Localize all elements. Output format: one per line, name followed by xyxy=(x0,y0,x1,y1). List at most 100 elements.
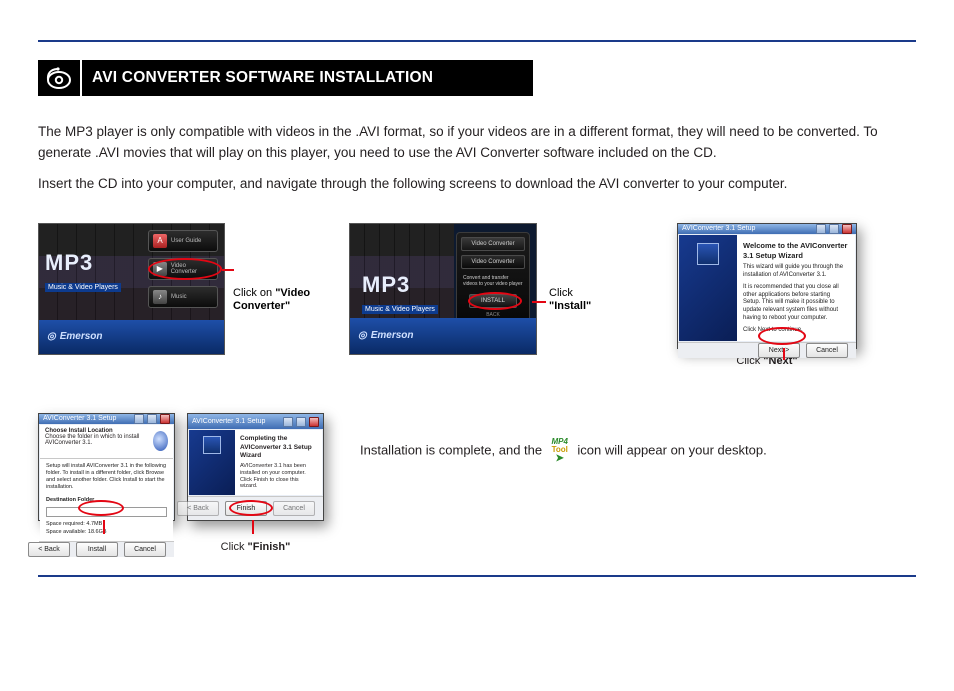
wizard-header-icon xyxy=(153,431,168,451)
close-icon[interactable] xyxy=(160,414,170,424)
wizard-mid-text: Setup will install AVIConverter 3.1 in t… xyxy=(46,463,167,492)
panel-title: Video Converter xyxy=(461,237,525,251)
highlight-ring xyxy=(148,258,222,280)
screenshot-step1: MP3 Music & Video Players A User Guide ▶… xyxy=(38,223,225,355)
window-title: AVIConverter 3.1 Setup xyxy=(43,415,116,422)
screenshot-row-2: AVIConverter 3.1 Setup Choose Install Lo… xyxy=(38,413,916,553)
menu-label: User Guide xyxy=(171,238,201,244)
mp3-logo: MP3 Music & Video Players xyxy=(45,250,121,294)
note-after: icon will appear on your desktop. xyxy=(577,442,766,457)
wizard-text: Completing the AVIConverter 3.1 Setup Wi… xyxy=(235,430,322,495)
window-title: AVIConverter 3.1 Setup xyxy=(192,418,265,425)
install-panel: Video Converter Video Converter Convert … xyxy=(456,232,530,328)
window-titlebar: AVIConverter 3.1 Setup xyxy=(678,224,856,234)
wizard-body2: It is recommended that you close all oth… xyxy=(743,284,849,323)
menu-item-music[interactable]: ♪ Music xyxy=(148,286,218,308)
note-before: Installation is complete, and the xyxy=(360,442,546,457)
caption-step2: Click "Install" xyxy=(549,287,615,313)
screenshot-step3-wrap: AVIConverter 3.1 Setup Welcome to the AV… xyxy=(677,223,857,367)
caption-step5: Click "Finish" xyxy=(221,541,291,553)
minimize-icon[interactable] xyxy=(816,224,826,234)
caption-text: Click xyxy=(549,287,573,299)
mp4tool-icon: MP4 Tool ➤ xyxy=(546,437,574,465)
callout-line xyxy=(532,301,546,303)
maximize-icon[interactable] xyxy=(147,414,157,424)
section-banner: AVI CONVERTER SOFTWARE INSTALLATION xyxy=(38,60,533,96)
highlight-ring xyxy=(229,500,273,516)
arrow-icon: ➤ xyxy=(556,454,564,464)
screenshot-step4: AVIConverter 3.1 Setup Choose Install Lo… xyxy=(38,413,175,521)
intro-paragraph-2: Insert the CD into your computer, and na… xyxy=(38,174,916,195)
wizard-text: Welcome to the AVIConverter 3.1 Setup Wi… xyxy=(737,235,855,341)
caption-text: Click on xyxy=(233,287,275,299)
screenshot-step5-wrap: AVIConverter 3.1 Setup Completing the AV… xyxy=(187,413,324,553)
window-titlebar: AVIConverter 3.1 Setup xyxy=(39,414,174,424)
music-icon: ♪ xyxy=(153,290,167,304)
back-button[interactable]: < Back xyxy=(28,542,70,557)
next-button[interactable]: Next > xyxy=(758,343,800,358)
bottom-divider xyxy=(38,575,916,577)
highlight-ring xyxy=(758,327,806,345)
footer-logo-icon: ◎ xyxy=(47,331,56,342)
wizard-side-panel xyxy=(679,235,737,341)
footer-brand: Emerson xyxy=(371,330,414,341)
menu-item-userguide[interactable]: A User Guide xyxy=(148,230,218,252)
screenshot-step3: AVIConverter 3.1 Setup Welcome to the AV… xyxy=(677,223,857,349)
wizard-hdr-sub: Choose the folder in which to install AV… xyxy=(45,434,153,446)
wizard-heading: Welcome to the AVIConverter 3.1 Setup Wi… xyxy=(743,241,849,261)
wizard-button-row: < Back Install Cancel xyxy=(39,541,174,557)
wizard-side-icon xyxy=(203,436,221,454)
completion-note: Installation is complete, and the MP4 To… xyxy=(360,437,767,465)
wizard-button-row: Next > Cancel xyxy=(678,342,856,358)
minimize-icon[interactable] xyxy=(134,414,144,424)
screenshot-step4-wrap: AVIConverter 3.1 Setup Choose Install Lo… xyxy=(38,413,175,553)
caption-text: Click xyxy=(221,541,248,553)
brand-footer: ◎ Emerson xyxy=(350,318,536,354)
back-button[interactable]: < Back xyxy=(177,501,219,516)
footer-brand: Emerson xyxy=(60,331,103,342)
close-icon[interactable] xyxy=(842,224,852,234)
caption-step1: Click on "Video Converter" xyxy=(233,287,323,313)
mp3-logo: MP3 Music & Video Players xyxy=(362,272,438,316)
window-title: AVIConverter 3.1 Setup xyxy=(682,225,755,232)
intro-paragraph-1: The MP3 player is only compatible with v… xyxy=(38,122,916,164)
space-available: Space available: 18.6GB xyxy=(46,529,167,536)
maximize-icon[interactable] xyxy=(829,224,839,234)
wizard-body: AVIConverter 3.1 has been installed on y… xyxy=(240,463,317,491)
cancel-button[interactable]: Cancel xyxy=(124,542,166,557)
wizard-side-icon xyxy=(697,243,719,265)
wizard-header: Choose Install Location Choose the folde… xyxy=(40,425,173,459)
panel-subtitle: Video Converter xyxy=(461,255,525,269)
minimize-icon[interactable] xyxy=(283,417,293,427)
caption-strong: "Finish" xyxy=(248,541,291,553)
caption-strong: "Install" xyxy=(549,300,591,312)
top-divider xyxy=(38,40,916,42)
panel-description: Convert and transfer videos to your vide… xyxy=(461,273,525,290)
video-converter-icon xyxy=(38,60,82,96)
cancel-button[interactable]: Cancel xyxy=(806,343,848,358)
screenshot-step5: AVIConverter 3.1 Setup Completing the AV… xyxy=(187,413,324,521)
section-title: AVI CONVERTER SOFTWARE INSTALLATION xyxy=(82,60,533,96)
window-titlebar: AVIConverter 3.1 Setup xyxy=(188,414,323,430)
intro-text: The MP3 player is only compatible with v… xyxy=(38,122,916,195)
install-button[interactable]: Install xyxy=(76,542,118,557)
wizard-body1: This wizard will guide you through the i… xyxy=(743,264,849,280)
wizard-side-panel xyxy=(189,430,235,495)
callout-line xyxy=(103,520,105,534)
maximize-icon[interactable] xyxy=(296,417,306,427)
highlight-ring xyxy=(78,500,124,516)
wizard-heading: Completing the AVIConverter 3.1 Setup Wi… xyxy=(240,435,317,459)
close-icon[interactable] xyxy=(309,417,319,427)
space-required: Space required: 4.7MB xyxy=(46,521,167,528)
highlight-ring xyxy=(468,292,522,310)
footer-logo-icon: ◎ xyxy=(358,330,367,341)
screenshot-row-1: MP3 Music & Video Players A User Guide ▶… xyxy=(38,223,916,367)
callout-line xyxy=(252,520,254,534)
menu-label: Music xyxy=(171,294,187,300)
callout-line xyxy=(222,269,234,271)
brand-footer: ◎ Emerson xyxy=(39,320,224,354)
pdf-icon: A xyxy=(153,234,167,248)
cancel-button[interactable]: Cancel xyxy=(273,501,315,516)
callout-line xyxy=(783,348,785,360)
screenshot-step2: MP3 Music & Video Players Video Converte… xyxy=(349,223,537,355)
